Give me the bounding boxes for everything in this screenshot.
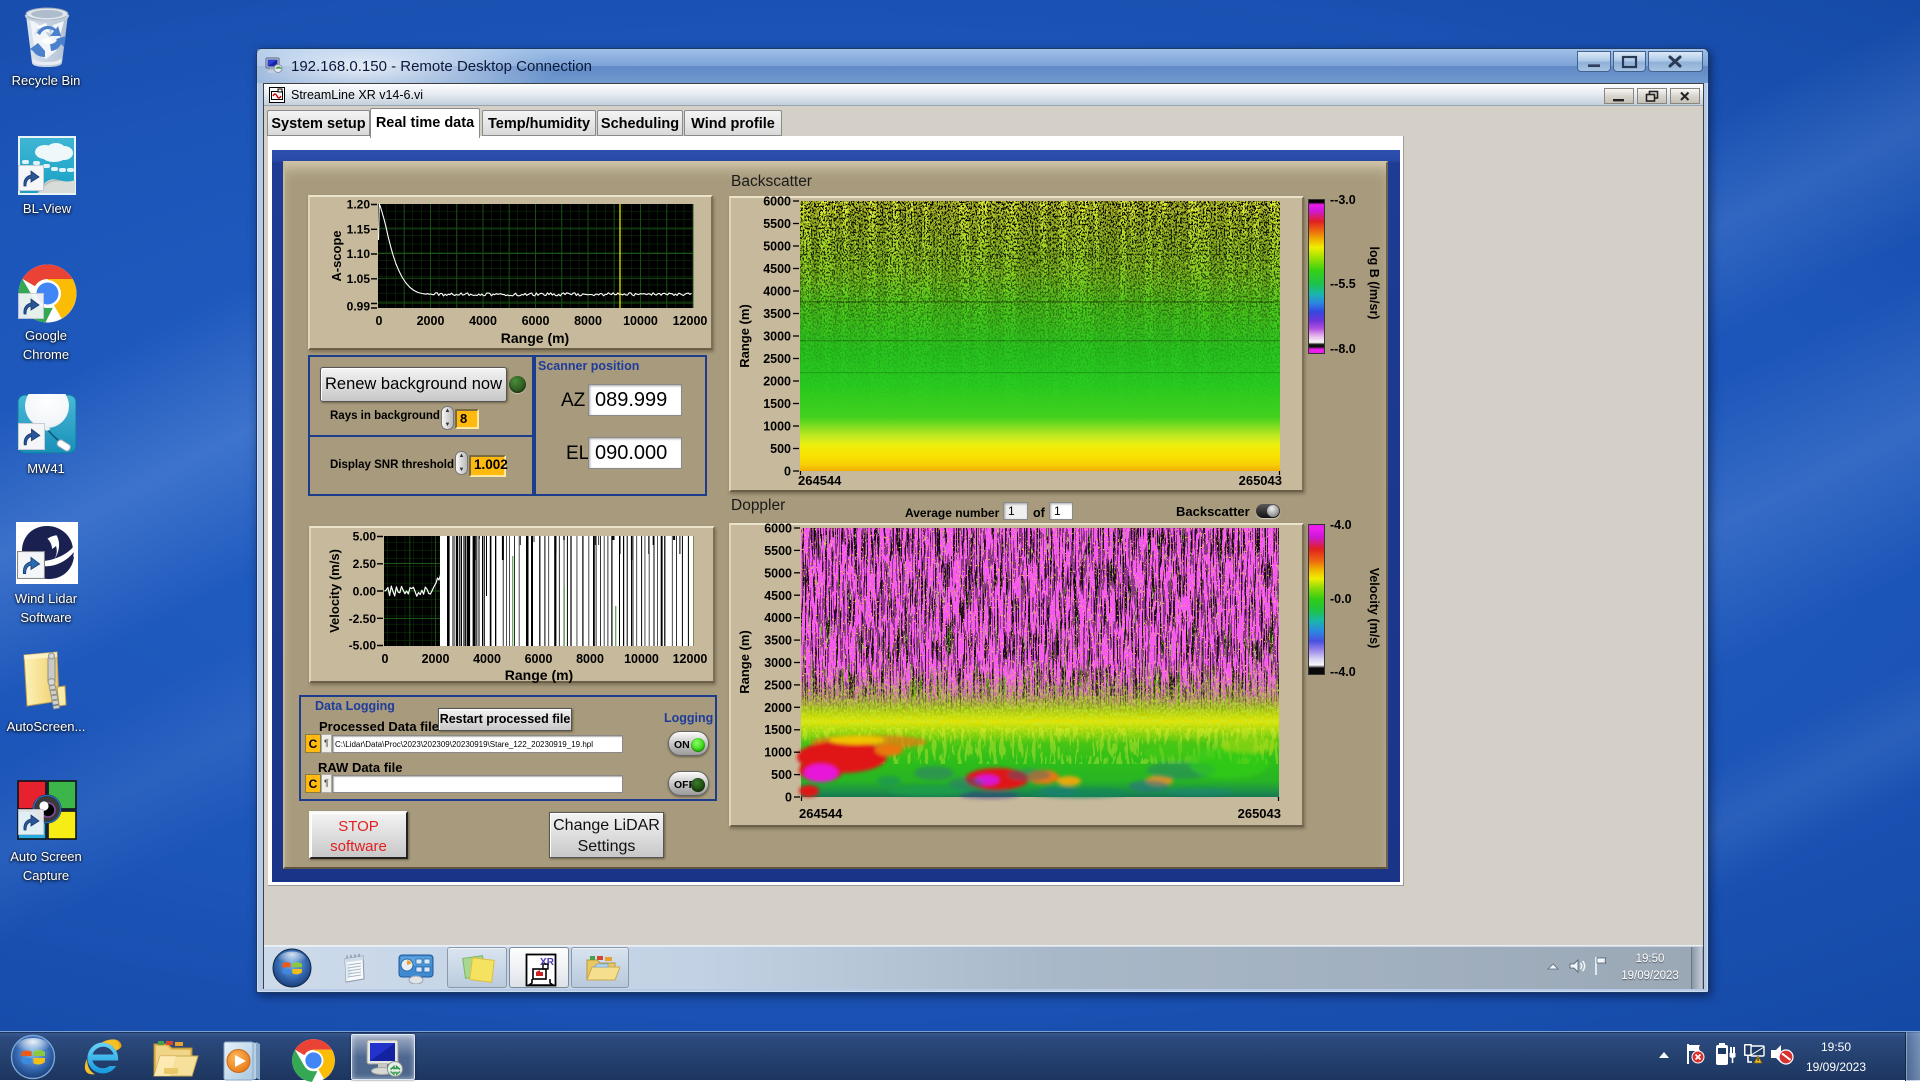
svg-text:264544: 264544 bbox=[798, 473, 842, 488]
svg-text:-2.50: -2.50 bbox=[349, 612, 377, 626]
svg-text:--5.5: --5.5 bbox=[1330, 277, 1356, 291]
svg-text:-4.0: -4.0 bbox=[1330, 518, 1352, 532]
svg-text:--8.0: --8.0 bbox=[1330, 342, 1356, 356]
svg-text:5500: 5500 bbox=[764, 544, 792, 558]
svg-text:1500: 1500 bbox=[763, 397, 791, 411]
svg-text:3000: 3000 bbox=[764, 656, 792, 670]
svg-text:8000: 8000 bbox=[576, 652, 604, 666]
svg-text:1.05: 1.05 bbox=[347, 272, 371, 286]
svg-text:1000: 1000 bbox=[763, 420, 791, 434]
svg-text:-0.0: -0.0 bbox=[1330, 592, 1352, 606]
svg-text:0: 0 bbox=[785, 791, 792, 805]
svg-text:6000: 6000 bbox=[525, 652, 553, 666]
svg-text:2.50: 2.50 bbox=[353, 557, 377, 571]
svg-text:0: 0 bbox=[376, 314, 383, 328]
svg-text:0.00: 0.00 bbox=[353, 585, 377, 599]
svg-text:500: 500 bbox=[770, 442, 791, 456]
svg-text:3000: 3000 bbox=[763, 330, 791, 344]
svg-text:3500: 3500 bbox=[763, 307, 791, 321]
svg-text:Range (m): Range (m) bbox=[501, 330, 569, 346]
svg-text:1.15: 1.15 bbox=[347, 222, 371, 236]
svg-text:265043: 265043 bbox=[1238, 806, 1281, 821]
svg-text:2000: 2000 bbox=[763, 375, 791, 389]
svg-text:2500: 2500 bbox=[764, 678, 792, 692]
svg-text:1500: 1500 bbox=[764, 723, 792, 737]
svg-text:10000: 10000 bbox=[624, 652, 659, 666]
svg-text:5500: 5500 bbox=[763, 217, 791, 231]
svg-text:log B (/m/sr): log B (/m/sr) bbox=[1367, 247, 1381, 320]
svg-text:Velocity (m/s): Velocity (m/s) bbox=[327, 549, 342, 633]
svg-text:10000: 10000 bbox=[623, 314, 658, 328]
svg-text:4500: 4500 bbox=[763, 262, 791, 276]
svg-text:6000: 6000 bbox=[764, 523, 792, 536]
svg-text:12000: 12000 bbox=[673, 652, 708, 666]
svg-text:--3.0: --3.0 bbox=[1330, 193, 1356, 207]
svg-text:5000: 5000 bbox=[764, 566, 792, 580]
svg-text:3500: 3500 bbox=[764, 634, 792, 648]
svg-text:1000: 1000 bbox=[764, 746, 792, 760]
svg-text:-5.00: -5.00 bbox=[349, 639, 377, 653]
svg-text:6000: 6000 bbox=[763, 196, 791, 209]
svg-text:2000: 2000 bbox=[417, 314, 445, 328]
svg-text:0.99: 0.99 bbox=[347, 300, 371, 314]
svg-text:1.20: 1.20 bbox=[347, 198, 371, 212]
svg-text:8000: 8000 bbox=[574, 314, 602, 328]
svg-text:264544: 264544 bbox=[799, 806, 843, 821]
svg-text:2000: 2000 bbox=[764, 701, 792, 715]
svg-text:5000: 5000 bbox=[763, 240, 791, 254]
svg-text:2000: 2000 bbox=[422, 652, 450, 666]
svg-text:4000: 4000 bbox=[473, 652, 501, 666]
svg-text:Range (m): Range (m) bbox=[505, 667, 573, 683]
svg-text:0: 0 bbox=[784, 465, 791, 479]
svg-text:4500: 4500 bbox=[764, 589, 792, 603]
svg-text:265043: 265043 bbox=[1239, 473, 1282, 488]
svg-text:--4.0: --4.0 bbox=[1330, 665, 1356, 679]
svg-text:500: 500 bbox=[771, 768, 792, 782]
svg-text:5.00: 5.00 bbox=[353, 530, 377, 544]
svg-text:Range (m): Range (m) bbox=[737, 304, 752, 368]
svg-text:12000: 12000 bbox=[673, 314, 708, 328]
svg-text:4000: 4000 bbox=[763, 285, 791, 299]
svg-text:Velocity (m/s): Velocity (m/s) bbox=[1367, 568, 1381, 649]
svg-text:1.10: 1.10 bbox=[347, 247, 371, 261]
svg-text:Range (m): Range (m) bbox=[737, 630, 752, 694]
svg-text:6000: 6000 bbox=[522, 314, 550, 328]
svg-text:4000: 4000 bbox=[764, 611, 792, 625]
svg-text:2500: 2500 bbox=[763, 352, 791, 366]
svg-text:4000: 4000 bbox=[469, 314, 497, 328]
svg-text:A-scope: A-scope bbox=[329, 230, 344, 281]
svg-text:0: 0 bbox=[382, 652, 389, 666]
